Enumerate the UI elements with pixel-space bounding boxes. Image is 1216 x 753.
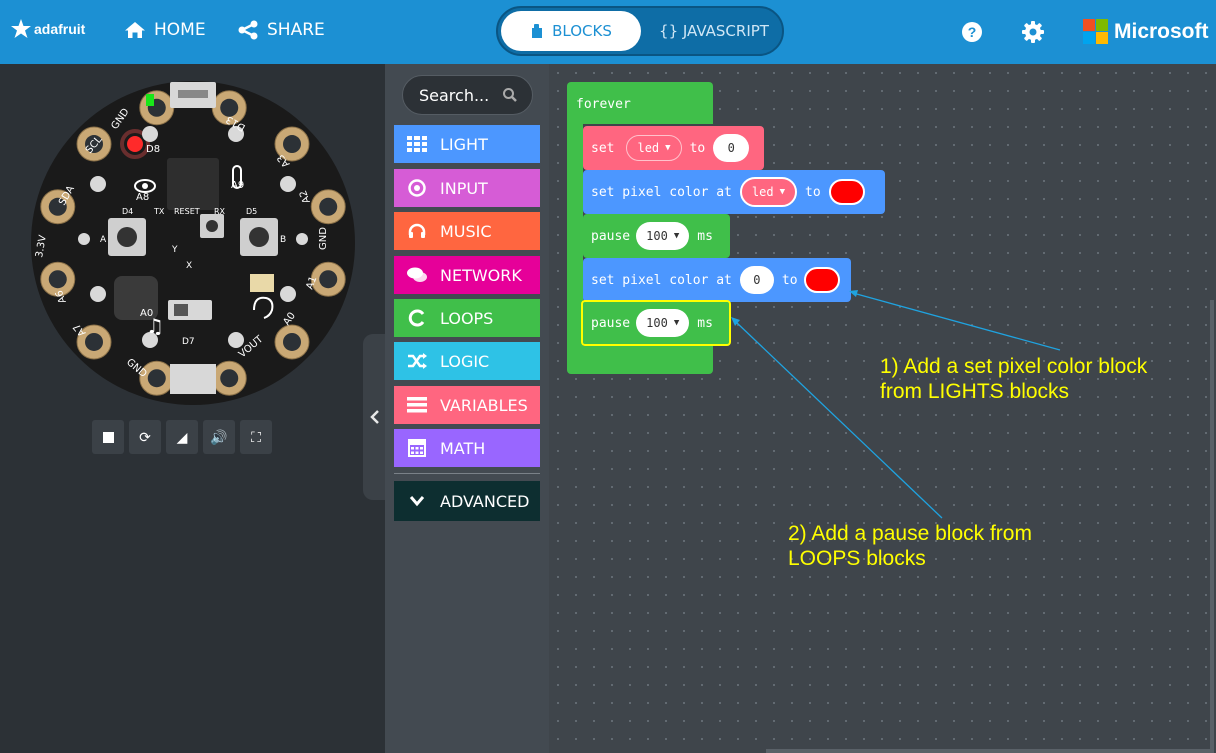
annotation-1-line-2: from LIGHTS blocks [880,380,1070,403]
arrow-1-line [852,292,1061,351]
annotation-1: 1) Add a set pixel color block from LIGH… [880,354,1147,404]
annotation-1-line-1: 1) Add a set pixel color block [880,355,1148,378]
annotation-2-line-2: LOOPS blocks [788,547,926,570]
makecode-editor: adafruit HOME SHARE BLOCKS {} JAVASCRIPT… [0,0,1216,753]
annotation-2-line-1: 2) Add a pause block from [788,522,1032,545]
arrow-2-line [735,321,943,519]
arrow-1-head [849,290,858,297]
annotation-2: 2) Add a pause block from LOOPS blocks [788,521,1032,571]
